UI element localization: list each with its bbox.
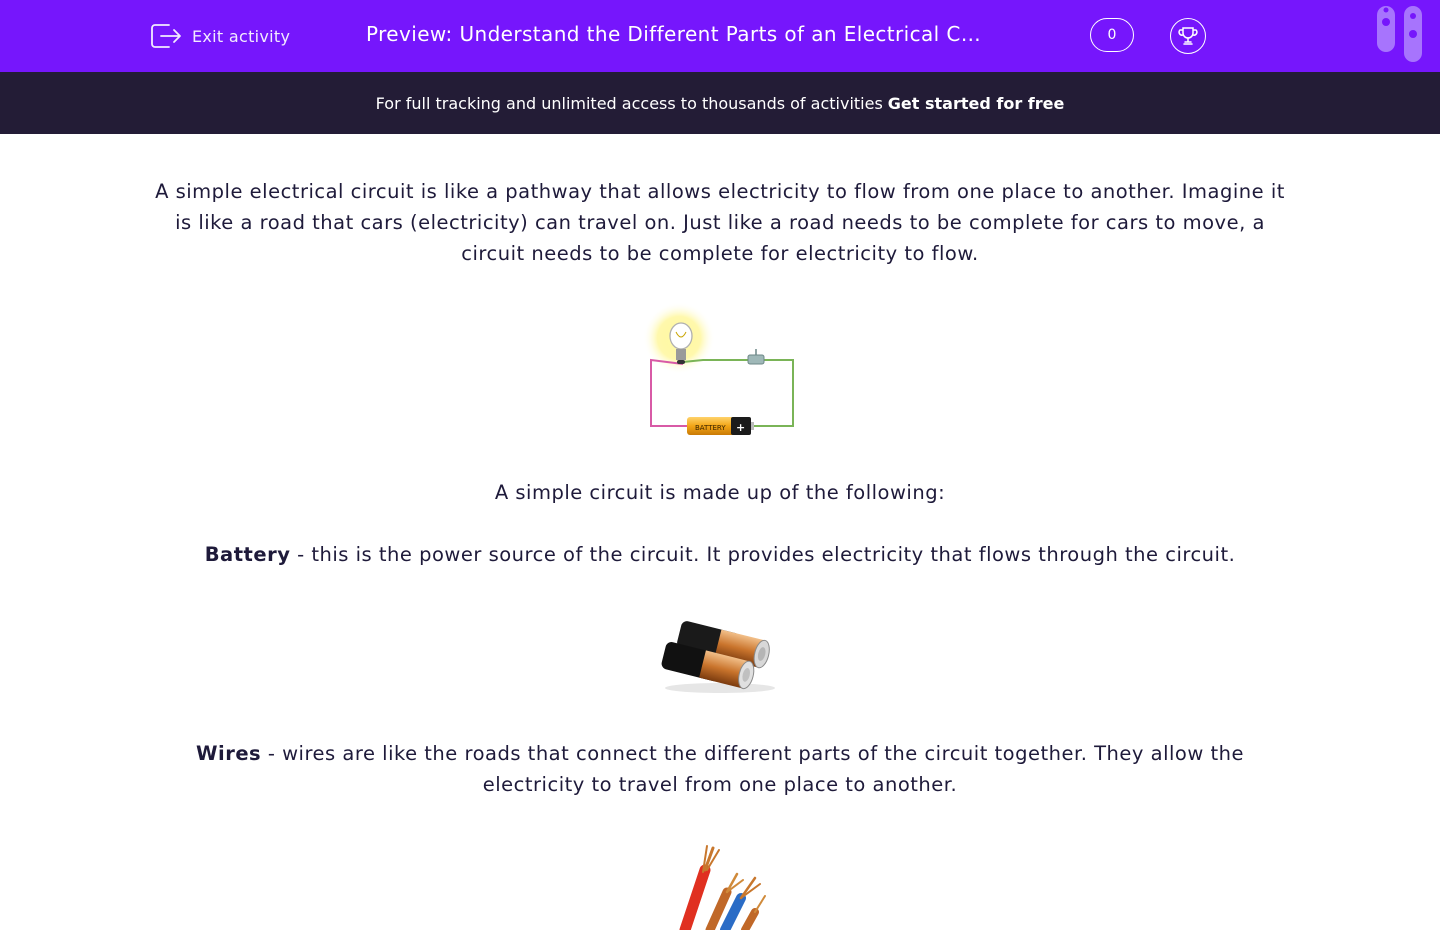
exit-activity-button[interactable]: Exit activity [149,20,290,52]
wires-term: Wires [196,742,262,765]
trophy-icon [1178,27,1198,45]
battery-label: BATTERY [695,424,726,432]
circuit-illustration: BATTERY + [642,302,794,435]
decoration-graphic [1377,6,1422,62]
page-title: Preview: Understand the Different Parts … [366,22,986,46]
batteries-image [661,621,775,693]
battery-description: - this is the power source of the circui… [290,543,1236,566]
signup-banner: For full tracking and unlimited access t… [0,72,1440,134]
lesson-content: A simple electrical circuit is like a pa… [150,176,1290,930]
wires-image [679,845,766,930]
intro-paragraph: A simple electrical circuit is like a pa… [155,180,1285,265]
battery-plus-sign: + [736,421,745,434]
battery-term: Battery [204,543,291,566]
top-bar: Exit activity Preview: Understand the Di… [0,0,1440,72]
get-started-link[interactable]: Get started for free [888,94,1065,113]
banner-text: For full tracking and unlimited access t… [375,93,883,113]
list-heading: A simple circuit is made up of the follo… [494,481,946,504]
wires-definition: Wires - wires are like the roads that co… [150,738,1290,800]
exit-activity-label: Exit activity [192,26,291,46]
trophy-button[interactable] [1170,18,1206,54]
wires-description: - wires are like the roads that connect … [261,742,1244,796]
battery-definition: Battery - this is the power source of th… [150,539,1290,570]
exit-icon [151,24,181,48]
score-counter: 0 [1090,18,1134,52]
